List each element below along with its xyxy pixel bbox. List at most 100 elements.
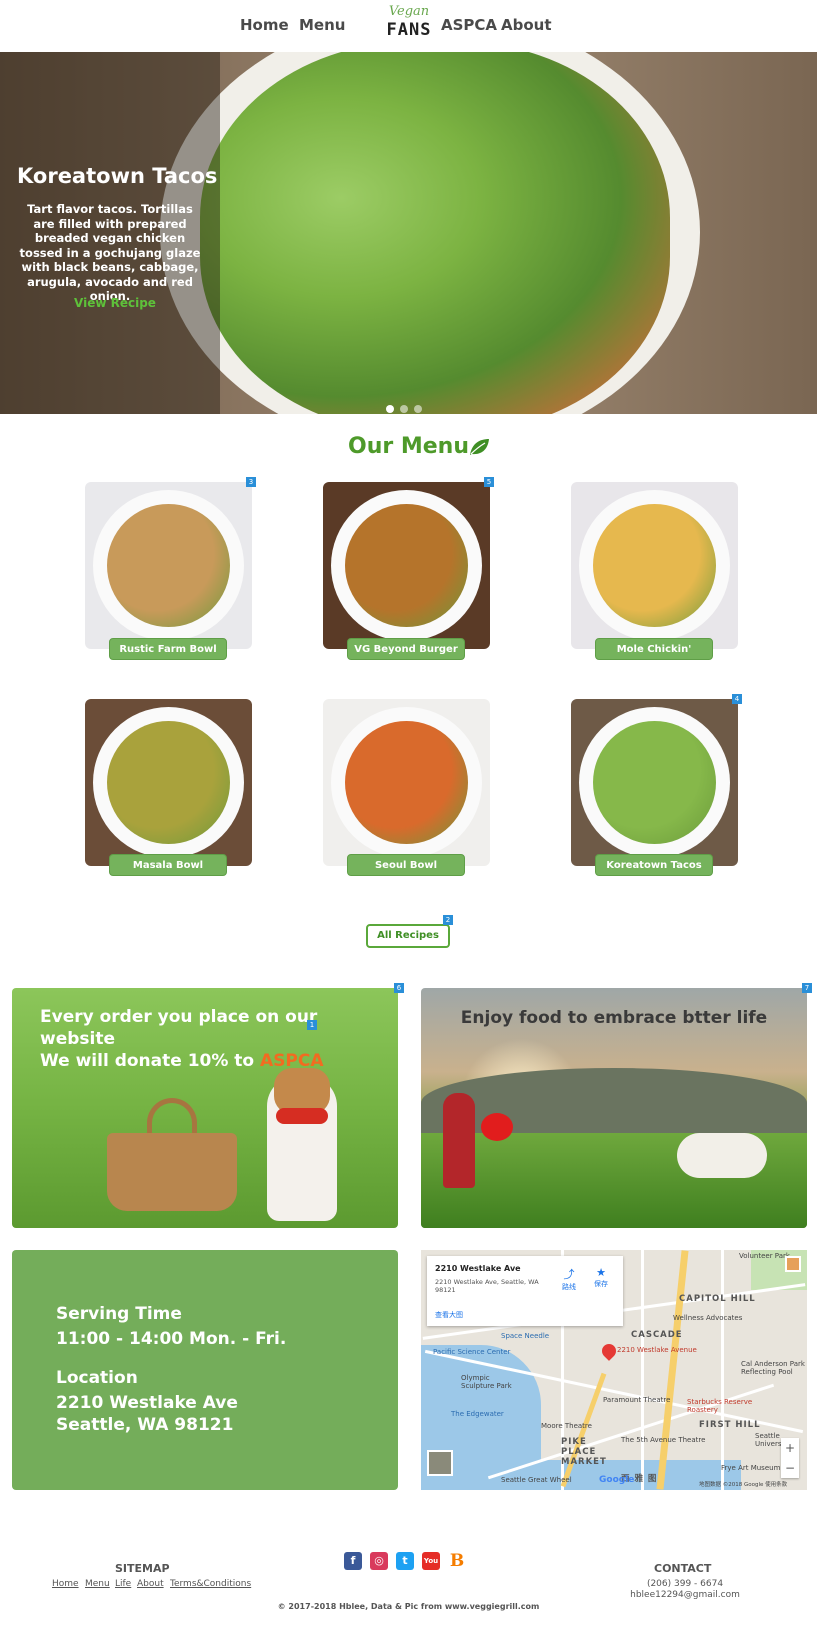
menu-card-rustic-farm-bowl[interactable] — [85, 482, 252, 649]
youtube-icon[interactable]: You — [422, 1552, 440, 1570]
location-heading: Location — [56, 1368, 138, 1388]
map-label-cascade: CASCADE — [631, 1330, 683, 1340]
footer-link-terms[interactable]: Terms&Conditions — [170, 1579, 251, 1589]
menu-label-seoul-bowl[interactable]: Seoul Bowl — [347, 854, 465, 876]
map-label-fifth-avenue-theatre[interactable]: The 5th Avenue Theatre — [621, 1436, 705, 1444]
directions-button[interactable]: ⤴ 路线 — [557, 1266, 581, 1292]
menu-label-mole-chickin-burrito[interactable]: Mole Chickin' Burrito — [595, 638, 713, 677]
map-street — [641, 1250, 644, 1490]
view-larger-map-link[interactable]: 查看大图 — [435, 1310, 463, 1320]
carousel-dot-3[interactable] — [414, 405, 422, 413]
map-label-moore-theatre[interactable]: Moore Theatre — [541, 1422, 592, 1430]
map-street — [721, 1250, 724, 1490]
hills-image — [421, 1068, 807, 1138]
map-label-volunteer-park[interactable]: Volunteer Park — [739, 1252, 790, 1260]
map-pin-icon[interactable] — [599, 1341, 619, 1361]
rustic-farm-bowl-image — [107, 504, 230, 627]
contact-phone: (206) 399 - 6674 — [646, 1579, 724, 1589]
zoom-control: + − — [781, 1438, 799, 1478]
footer-link-menu[interactable]: Menu — [85, 1579, 110, 1589]
sitemap-heading: SITEMAP — [115, 1562, 170, 1575]
directions-icon: ⤴ — [563, 1268, 575, 1281]
contact-email[interactable]: hblee12294@gmail.com — [610, 1590, 760, 1600]
map-label-frye-art-museum[interactable]: Frye Art Museum — [721, 1464, 780, 1472]
aspca-donation-banner[interactable]: Every order you place on our website We … — [12, 988, 398, 1228]
map-label-cal-anderson-park[interactable]: Cal Anderson Park Reflecting Pool — [741, 1360, 805, 1376]
nav-menu[interactable]: Menu — [299, 16, 345, 34]
map-highway — [656, 1250, 689, 1490]
footer-link-home[interactable]: Home — [52, 1579, 79, 1589]
menu-card-seoul-bowl[interactable] — [323, 699, 490, 866]
carousel-dot-1[interactable] — [386, 405, 394, 413]
leaf-icon — [470, 439, 489, 455]
directions-label: 路线 — [562, 1283, 576, 1291]
map-attribution[interactable]: 地图数据 ©2018 Google 使用条款 — [699, 1480, 787, 1488]
menu-section-title: Our Menu — [348, 434, 470, 459]
hero-carousel[interactable]: Koreatown Tacos Tart flavor tacos. Torti… — [0, 52, 817, 414]
carousel-indicators — [386, 398, 428, 414]
badge-7: 7 — [802, 983, 812, 993]
map-label-pin[interactable]: 2210 Westlake Avenue — [617, 1346, 697, 1354]
vg-beyond-burger-image — [345, 504, 468, 627]
blogger-icon[interactable]: B — [448, 1552, 466, 1570]
menu-card-mole-chickin-burrito[interactable] — [571, 482, 738, 649]
map-label-capitol-hill: CAPITOL HILL — [679, 1294, 756, 1304]
copyright-text: © 2017-2018 Hblee, Data & Pic from www.v… — [277, 1602, 540, 1611]
save-button[interactable]: ★ 保存 — [589, 1266, 613, 1289]
menu-label-masala-bowl[interactable]: Masala Bowl — [109, 854, 227, 876]
all-recipes-button[interactable]: All Recipes — [366, 924, 450, 948]
nav-home[interactable]: Home — [240, 16, 289, 34]
twitter-icon[interactable]: t — [396, 1552, 414, 1570]
carousel-dot-2[interactable] — [400, 405, 408, 413]
serving-time-value: 11:00 - 14:00 Mon. - Fri. — [56, 1329, 287, 1349]
donation-line-2: We will donate 10% to — [40, 1051, 261, 1071]
menu-card-masala-bowl[interactable] — [85, 699, 252, 866]
badge-2: 2 — [443, 915, 453, 925]
map-label-sculpture-park[interactable]: Olympic Sculpture Park — [461, 1374, 516, 1390]
star-icon: ★ — [596, 1266, 606, 1279]
badge-4: 4 — [732, 694, 742, 704]
info-panel: Serving Time 11:00 - 14:00 Mon. - Fri. L… — [12, 1250, 398, 1490]
view-recipe-link[interactable]: View Recipe — [74, 296, 156, 310]
menu-label-rustic-farm-bowl[interactable]: Rustic Farm Bowl — [109, 638, 227, 660]
site-logo[interactable]: Vegan FANS — [383, 5, 435, 49]
badge-3: 3 — [246, 477, 256, 487]
serving-time-heading: Serving Time — [56, 1304, 182, 1324]
footer-link-about[interactable]: About — [137, 1579, 164, 1589]
logo-fans-text: FANS — [386, 20, 432, 40]
dog-scarf-image — [276, 1108, 328, 1124]
map-label-wellness-advocates[interactable]: Wellness Advocates — [673, 1314, 742, 1322]
badge-5: 5 — [484, 477, 494, 487]
hero-tacos-image — [200, 52, 670, 414]
menu-card-koreatown-tacos[interactable] — [571, 699, 738, 866]
map-info-card: 2210 Westlake Ave 2210 Westlake Ave, Sea… — [427, 1256, 623, 1326]
facebook-icon[interactable]: f — [344, 1552, 362, 1570]
google-map[interactable]: CAPITOL HILL CASCADE FIRST HILL PIKE PLA… — [421, 1250, 807, 1490]
zoom-in-button[interactable]: + — [781, 1438, 799, 1458]
nav-aspca[interactable]: ASPCA — [441, 16, 497, 34]
instagram-icon[interactable]: ◎ — [370, 1552, 388, 1570]
frisbee-image — [481, 1113, 513, 1141]
map-label-starbucks-roastery[interactable]: Starbucks Reserve Roastery — [687, 1398, 757, 1414]
life-banner[interactable]: Enjoy food to embrace btter life — [421, 988, 807, 1228]
street-view-pegman-icon[interactable] — [785, 1256, 801, 1272]
donation-line-1: Every order you place on our website — [40, 1007, 318, 1049]
zoom-out-button[interactable]: − — [781, 1458, 799, 1478]
map-label-first-hill: FIRST HILL — [699, 1420, 761, 1430]
koreatown-tacos-image — [593, 721, 716, 844]
map-label-pacific-science-center[interactable]: Pacific Science Center — [433, 1348, 510, 1356]
map-label-pike-place: PIKE PLACE MARKET — [561, 1437, 607, 1467]
map-label-edgewater[interactable]: The Edgewater — [451, 1410, 504, 1418]
logo-vegan-text: Vegan — [388, 4, 430, 19]
nav-about[interactable]: About — [501, 16, 552, 34]
map-card-title: 2210 Westlake Ave — [435, 1264, 521, 1273]
google-logo: Google — [599, 1475, 635, 1485]
map-label-space-needle[interactable]: Space Needle — [501, 1332, 549, 1340]
map-label-paramount-theatre[interactable]: Paramount Theatre — [603, 1396, 670, 1404]
menu-label-vg-beyond-burger[interactable]: VG Beyond Burger — [347, 638, 465, 660]
footer-link-life[interactable]: Life — [115, 1579, 131, 1589]
menu-label-koreatown-tacos[interactable]: Koreatown Tacos — [595, 854, 713, 876]
satellite-toggle[interactable] — [427, 1450, 453, 1476]
menu-card-vg-beyond-burger[interactable] — [323, 482, 490, 649]
map-label-great-wheel[interactable]: Seattle Great Wheel — [501, 1476, 572, 1484]
